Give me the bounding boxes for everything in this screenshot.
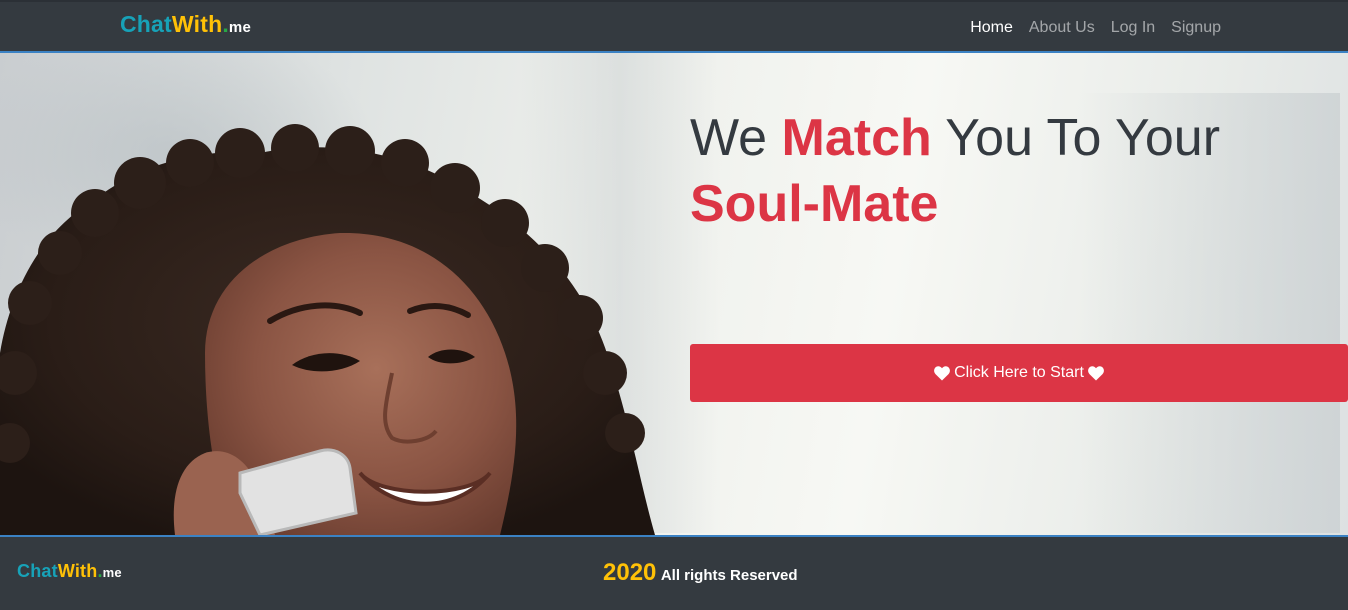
brand-with: With [57, 561, 98, 581]
hero-section: We Match You To Your Soul-Mate Click Her… [0, 53, 1348, 535]
brand-dot: . [222, 11, 229, 37]
top-navbar: ChatWith.me Home About Us Log In Signup [0, 0, 1348, 53]
copyright-year: 2020 [603, 559, 657, 586]
start-button-label: Click Here to Start [954, 364, 1084, 381]
nav-link-log-in[interactable]: Log In [1111, 19, 1155, 37]
hero-photo-woman-on-phone [0, 124, 655, 535]
brand-chat: Chat [120, 11, 172, 37]
brand-with: With [171, 11, 223, 37]
nav-links: Home About Us Log In Signup [970, 19, 1221, 37]
nav-link-home[interactable]: Home [970, 19, 1013, 37]
copyright-text: 2020 All rights Reserved [603, 559, 798, 587]
nav-link-signup[interactable]: Signup [1171, 19, 1221, 37]
brand-me: me [228, 19, 252, 36]
headline-text: We [690, 109, 782, 167]
brand-logo[interactable]: ChatWith.me [120, 11, 251, 38]
hero-headline: We Match You To Your Soul-Mate [690, 105, 1330, 237]
footer-brand-logo[interactable]: ChatWith.me [17, 561, 122, 582]
headline-text: You To Your [931, 109, 1221, 167]
click-here-to-start-button[interactable]: Click Here to Start [690, 344, 1348, 402]
brand-me: me [102, 565, 122, 580]
nav-link-about-us[interactable]: About Us [1029, 19, 1095, 37]
headline-accent-match: Match [781, 109, 932, 167]
brand-chat: Chat [17, 561, 58, 581]
headline-accent-soulmate: Soul-Mate [690, 175, 939, 233]
copyright-rights: All rights Reserved [660, 567, 798, 584]
heart-icon [934, 365, 950, 380]
page-footer: ChatWith.me 2020 All rights Reserved [0, 535, 1348, 610]
heart-icon [1088, 365, 1104, 380]
